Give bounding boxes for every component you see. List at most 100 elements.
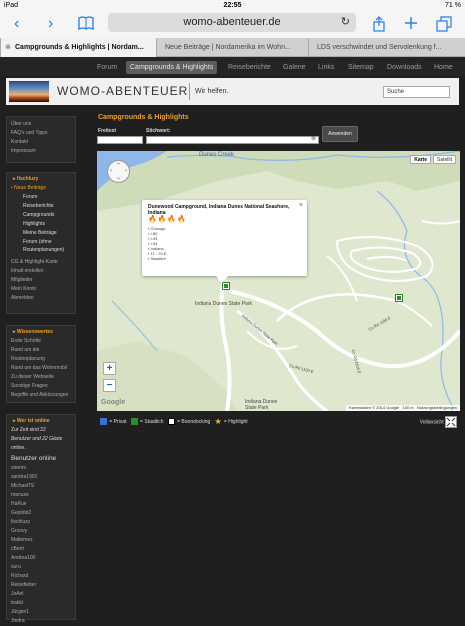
sidebar-link-mitglieder[interactable]: Mitglieder — [7, 276, 75, 285]
logo-text[interactable]: WOMO-ABENTEUER — [57, 84, 188, 98]
popup-details: Chicago I-80 I-94 I-94 Indiana 11 - 20 $… — [148, 226, 167, 261]
online-summary-3: online. — [11, 445, 26, 451]
online-user[interactable]: suru — [7, 563, 75, 572]
online-summary-1: Zur Zeit sind 22 — [11, 427, 46, 433]
map-type-satellit[interactable]: Satellit — [432, 155, 456, 164]
sidebar-link-neue-beitraege[interactable]: • Neue Beiträge — [7, 184, 75, 193]
creek-label: Dunes Creek — [199, 152, 235, 158]
terms-link[interactable]: Nutzungsbedingungen — [417, 405, 457, 410]
pan-up-icon[interactable]: ⌃ — [116, 162, 121, 169]
sidebar-link-webseite[interactable]: Zu dieser Webseite — [7, 373, 75, 382]
online-user[interactable]: sandra1991 — [7, 473, 75, 482]
sidebar-user: ▸ fischluzy • Neue Beiträge Forum Reiseb… — [6, 172, 76, 314]
pan-right-icon[interactable]: › — [125, 168, 127, 174]
sidebar-link-erste-schritte[interactable]: Erste Schritte — [7, 337, 75, 346]
sidebar-link-inhalt-erstellen[interactable]: Inhalt erstellen — [7, 267, 75, 276]
nav-links[interactable]: Links — [314, 61, 338, 74]
header-divider — [189, 83, 190, 100]
sidebar-link-reiseberichte[interactable]: Reiseberichte — [7, 202, 75, 211]
nav-sitemap[interactable]: Sitemap — [344, 61, 378, 74]
new-tab-icon[interactable] — [404, 16, 418, 34]
sidebar-about: Über uns FAQ's und Tipps Kontakt Impress… — [6, 116, 76, 163]
pan-control[interactable]: ⌃ ‹ › ⌄ — [107, 160, 130, 183]
bookmarks-icon[interactable] — [78, 16, 94, 33]
freitext-input[interactable] — [97, 136, 143, 144]
forward-icon[interactable]: › — [48, 16, 53, 32]
apply-button[interactable]: Anwenden — [322, 126, 358, 142]
online-user[interactable]: HaRue — [7, 500, 75, 509]
nav-campgrounds[interactable]: Campgrounds & Highlights — [126, 61, 218, 74]
online-user[interactable]: fischluzy — [7, 518, 75, 527]
online-user[interactable]: Jürgen1 — [7, 608, 75, 617]
close-icon[interactable]: × — [299, 202, 303, 209]
sidebar-link-impressum[interactable]: Impressum — [7, 147, 75, 156]
stichwort-select[interactable]: ⊗ — [146, 136, 319, 144]
online-user[interactable]: Reisefieber — [7, 581, 75, 590]
zoom-out-button[interactable]: − — [103, 379, 116, 392]
stichwort-label: Stichwort: — [146, 128, 171, 134]
online-user[interactable]: Gejobbt2 — [7, 509, 75, 518]
fullscreen-control[interactable]: Vollansicht — [420, 416, 457, 428]
close-tab-icon[interactable]: ⊗ — [5, 38, 11, 57]
back-icon[interactable]: ‹ — [14, 16, 19, 32]
share-icon[interactable] — [372, 16, 386, 36]
legend-privat: = Privat — [109, 419, 127, 425]
pan-down-icon[interactable]: ⌄ — [116, 174, 121, 181]
attribution-text: Kartendaten © 2014 Google — [349, 405, 400, 410]
sidebar-link-routenplanung[interactable]: Routenplanung — [7, 355, 75, 364]
online-user[interactable]: voenni — [7, 464, 75, 473]
nav-galerie[interactable]: Galerie — [279, 61, 310, 74]
sidebar-link-meine-beitraege[interactable]: Meine Beiträge — [7, 229, 75, 238]
sidebar-link-faq[interactable]: FAQ's und Tipps — [7, 129, 75, 138]
reload-icon[interactable]: ↻ — [341, 13, 350, 32]
sidebar-link-mein-konto[interactable]: Mein Konto — [7, 285, 75, 294]
sidebar-link-sonstige[interactable]: Sonstige Fragen — [7, 382, 75, 391]
sidebar-link-abmelden[interactable]: Abmelden — [7, 294, 75, 303]
url-bar[interactable]: womo-abenteuer.de ↻ — [108, 13, 356, 32]
zoom-in-button[interactable]: + — [103, 362, 116, 375]
sidebar-link-highlights[interactable]: Highlights — [7, 220, 75, 229]
online-user[interactable]: cBerti — [7, 545, 75, 554]
online-title: ▸ Wer ist online — [13, 418, 50, 424]
online-user[interactable]: Richard — [7, 572, 75, 581]
sidebar-link-cg-karte[interactable]: CG & Highlight-Karte — [7, 255, 75, 267]
sidebar-link-forum-ohne[interactable]: Forum (ohne — [7, 238, 75, 247]
page-title: Campgrounds & Highlights — [98, 114, 189, 121]
campground-marker[interactable] — [222, 282, 230, 290]
pan-left-icon[interactable]: ‹ — [110, 168, 112, 174]
tabs-overview-icon[interactable] — [436, 16, 452, 36]
online-user[interactable]: Jindra — [7, 617, 75, 626]
sidebar-link-begriffe[interactable]: Begriffe und Abkürzungen — [7, 391, 75, 400]
nav-forum[interactable]: Forum — [93, 61, 121, 74]
online-user[interactable]: manuze — [7, 491, 75, 500]
tab-campgrounds[interactable]: ⊗ Campgrounds & Highlights | Nordam... — [0, 38, 156, 57]
sidebar-online: ▸ Wer ist online Zur Zeit sind 22 Benutz… — [6, 414, 76, 624]
sidebar-link-rund-um-die[interactable]: Rund um die — [7, 346, 75, 355]
online-user[interactable]: JoAnl — [7, 590, 75, 599]
sidebar-link-kontakt[interactable]: Kontakt — [7, 138, 75, 147]
campground-marker[interactable] — [395, 294, 403, 302]
tab-lds[interactable]: LDS verschwindet und Servolenkung f... — [308, 38, 465, 57]
online-user[interactable]: trakki — [7, 599, 75, 608]
map[interactable]: Karte Satellit ⌃ ‹ › ⌄ + − Dunes Creek I… — [97, 151, 460, 411]
nav-downloads[interactable]: Downloads — [383, 61, 426, 74]
online-user[interactable]: Andrea100 — [7, 554, 75, 563]
online-user[interactable]: Maltemez — [7, 536, 75, 545]
search-input[interactable]: Suche — [383, 86, 450, 98]
sidebar-link-wohnmobil[interactable]: Rund um das Wohnmobil — [7, 364, 75, 373]
online-user[interactable]: Groovy — [7, 527, 75, 536]
nav-reiseberichte[interactable]: Reiseberichte — [224, 61, 275, 74]
tab-neue-beitraege[interactable]: Neue Beiträge | Nordamerika im Wohn... — [156, 38, 308, 57]
legend-highlight: = Highlight — [223, 419, 248, 425]
sidebar-link-forum[interactable]: Forum — [7, 193, 75, 202]
online-user[interactable]: MichaelTE — [7, 482, 75, 491]
sidebar-link-ueber-uns[interactable]: Über uns — [7, 120, 75, 129]
select-clear-icon[interactable]: ⊗ — [311, 135, 316, 142]
sidebar-link-campgrounds[interactable]: Campgrounds — [7, 211, 75, 220]
logo-image[interactable] — [9, 81, 49, 102]
sidebar-link-routenplanungen[interactable]: Routenplanungen) — [7, 247, 75, 255]
tagline: Wir helfen. — [195, 88, 229, 95]
map-type-karte[interactable]: Karte — [410, 155, 431, 164]
nav-home[interactable]: Home — [430, 61, 457, 74]
fullscreen-icon[interactable] — [445, 416, 457, 428]
